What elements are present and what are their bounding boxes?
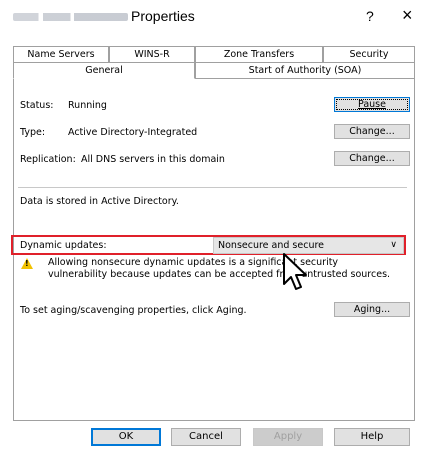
help-title-button[interactable]: ? <box>366 8 374 24</box>
status-value: Running <box>68 100 107 111</box>
ok-button[interactable]: OK <box>91 428 161 446</box>
type-value: Active Directory-Integrated <box>68 127 198 138</box>
pause-button[interactable]: Pause <box>334 97 410 112</box>
tab-row-front: General Start of Authority (SOA) <box>13 62 415 79</box>
mouse-pointer-icon <box>283 253 307 290</box>
pause-button-label: Pause <box>358 99 386 110</box>
aging-instructions: To set aging/scavenging properties, clic… <box>20 305 247 316</box>
change-replication-button[interactable]: Change... <box>334 151 410 166</box>
replication-label: Replication: <box>20 154 76 165</box>
tab-wins-r[interactable]: WINS-R <box>109 46 195 62</box>
tab-name-servers[interactable]: Name Servers <box>13 46 109 62</box>
title-bar: Properties ? × <box>0 0 425 34</box>
close-button[interactable]: × <box>402 5 413 26</box>
type-label: Type: <box>20 127 46 138</box>
tab-security[interactable]: Security <box>323 46 415 62</box>
zone-name-redacted <box>13 13 128 21</box>
aging-button[interactable]: Aging... <box>334 302 410 317</box>
chevron-down-icon: ∨ <box>390 240 397 250</box>
tab-general[interactable]: General <box>13 62 195 79</box>
warning-icon-mark: ! <box>25 259 29 268</box>
window-title: Properties <box>131 8 195 24</box>
warning-text-line2: vulnerability because updates can be acc… <box>48 269 391 280</box>
tab-start-of-authority[interactable]: Start of Authority (SOA) <box>195 62 415 78</box>
dynamic-updates-select[interactable]: Nonsecure and secure ∨ <box>213 237 404 254</box>
apply-button[interactable]: Apply <box>253 428 323 446</box>
status-label: Status: <box>20 100 54 111</box>
help-button[interactable]: Help <box>334 428 410 446</box>
tab-zone-transfers[interactable]: Zone Transfers <box>195 46 323 62</box>
storage-note: Data is stored in Active Directory. <box>20 196 179 207</box>
separator <box>18 187 407 188</box>
dynamic-updates-label: Dynamic updates: <box>20 240 107 251</box>
replication-value: All DNS servers in this domain <box>81 154 225 165</box>
tab-row-back: Name Servers WINS-R Zone Transfers Secur… <box>13 46 415 62</box>
cancel-button[interactable]: Cancel <box>171 428 241 446</box>
change-type-button[interactable]: Change... <box>334 124 410 139</box>
dynamic-updates-value: Nonsecure and secure <box>218 240 325 251</box>
